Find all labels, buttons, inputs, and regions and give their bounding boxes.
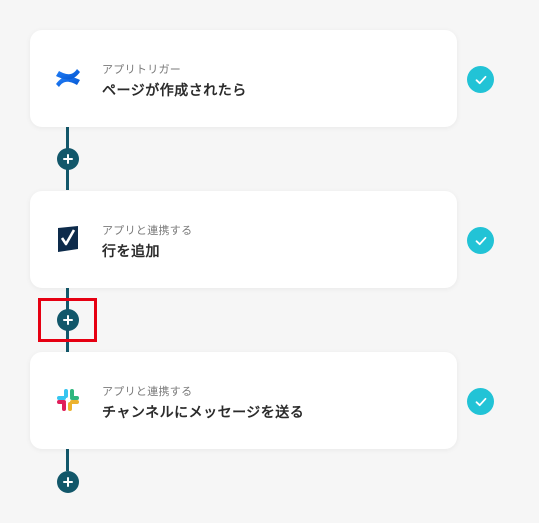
check-icon <box>467 227 494 254</box>
step-type-label: アプリと連携する <box>102 224 193 237</box>
check-icon <box>467 388 494 415</box>
step-type-label: アプリと連携する <box>102 385 193 398</box>
smartsheet-icon <box>52 223 84 255</box>
highlight-box <box>38 298 97 342</box>
add-step-button[interactable] <box>57 471 79 493</box>
flow-step-card-action[interactable]: アプリと連携する チャンネルにメッセージを送る <box>30 352 457 449</box>
add-step-button[interactable] <box>57 148 79 170</box>
confluence-icon <box>52 62 84 94</box>
slack-icon <box>52 384 84 416</box>
check-icon <box>467 66 494 93</box>
flow-step-card-trigger[interactable]: アプリトリガー ページが作成されたら <box>30 30 457 127</box>
step-title: 行を追加 <box>102 244 160 260</box>
step-type-label: アプリトリガー <box>102 63 182 76</box>
flow-step-card-action[interactable]: アプリと連携する 行を追加 <box>30 191 457 288</box>
flow-connector-line <box>66 449 69 471</box>
step-title: ページが作成されたら <box>102 83 247 99</box>
step-title: チャンネルにメッセージを送る <box>102 405 305 421</box>
